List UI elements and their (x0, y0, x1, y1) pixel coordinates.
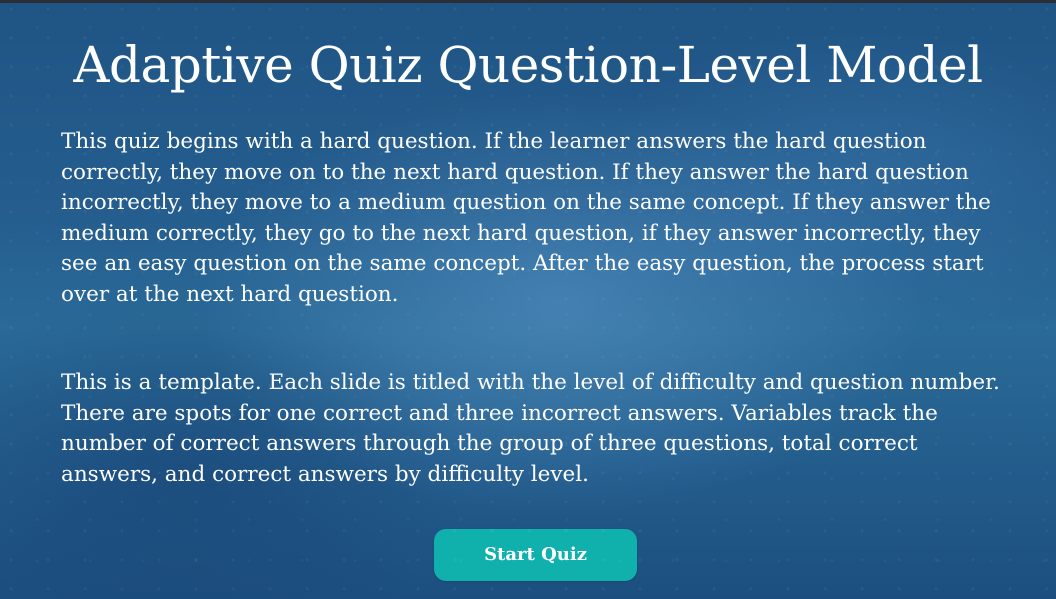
intro-paragraph-template-info: This is a template. Each slide is titled… (61, 370, 1000, 487)
start-quiz-button[interactable]: Start Quiz (434, 529, 637, 581)
slide-title: Adaptive Quiz Question-Level Model (73, 36, 983, 94)
quiz-intro-slide: Adaptive Quiz Question-Level Model This … (0, 3, 1056, 599)
intro-paragraph-quiz-flow: This quiz begins with a hard question. I… (61, 129, 991, 307)
